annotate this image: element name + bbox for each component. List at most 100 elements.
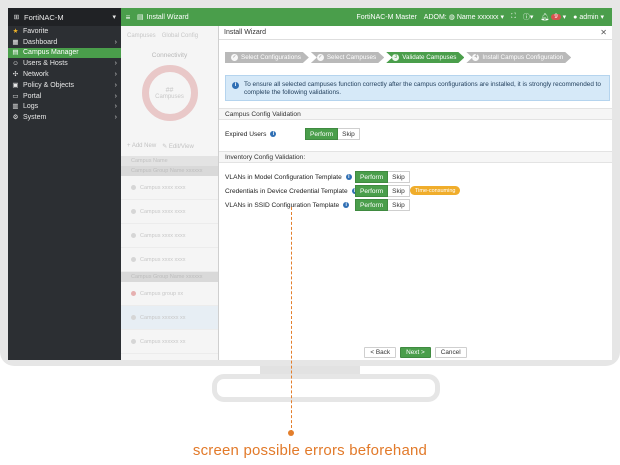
campus-name-header: Campus Name	[121, 156, 218, 166]
network-icon: ✣	[12, 71, 19, 79]
help-icon[interactable]: ⓘ▾	[523, 12, 534, 22]
status-dot	[131, 339, 136, 344]
cancel-button[interactable]: Cancel	[434, 347, 467, 358]
step-label: Select Campuses	[326, 54, 377, 61]
gear-icon: ⚙	[12, 114, 19, 122]
edit-view-label: Edit/View	[168, 144, 194, 150]
skip-button[interactable]: Skip	[388, 171, 410, 183]
sidebar-item-dashboard[interactable]: ▦ Dashboard ›	[8, 37, 121, 48]
inventory-config-section-header: Inventory Config Validation:	[219, 151, 612, 163]
status-dot	[131, 257, 136, 262]
perform-button[interactable]: Perform	[355, 171, 389, 183]
bell-icon: 🔔︎	[540, 14, 550, 21]
sidebar-item-campus-manager[interactable]: ▤ Campus Manager	[8, 47, 121, 59]
users-icon: ☺	[12, 60, 19, 68]
vlans-model-text: VLANs in Model Configuration Template	[225, 173, 342, 181]
step-select-configurations[interactable]: ✓ Select Configurations	[225, 52, 309, 63]
module-title-text: Install Wizard	[146, 13, 189, 21]
sidebar-item-network[interactable]: ✣ Network ›	[8, 69, 121, 80]
sidebar-item-favorite[interactable]: ★ Favorite	[8, 26, 121, 37]
step-validate-campuses[interactable]: 3 Validate Campuses	[386, 52, 464, 63]
step-label: Select Configurations	[241, 54, 301, 61]
tab-global-config: Global Config	[161, 33, 199, 39]
info-text: To ensure all selected campuses function…	[244, 81, 601, 96]
wizard-steps: ✓ Select Configurations ✓ Select Campuse…	[225, 52, 573, 63]
chevron-right-icon: ›	[114, 38, 117, 46]
adom-label: ADOM:	[423, 13, 447, 21]
info-icon[interactable]: i	[343, 202, 350, 208]
sidebar-item-policy-objects[interactable]: ▣ Policy & Objects ›	[8, 80, 121, 91]
step-label: Install Campus Configuration	[482, 54, 564, 61]
logs-icon: ▥	[12, 103, 19, 111]
status-dot	[131, 185, 136, 190]
sidebar-item-label: Network	[23, 71, 49, 79]
perform-button[interactable]: Perform	[355, 185, 389, 197]
vlans-ssid-toggle: Perform Skip	[355, 199, 410, 211]
fullscreen-icon[interactable]: ⛶	[511, 13, 516, 21]
campus-group-row: Campus Group Name xxxxxx	[121, 272, 218, 282]
vlans-ssid-row: VLANs in SSID Configuration Template i	[225, 199, 350, 211]
list-item: Campus xxxx xxxx	[121, 200, 218, 224]
star-icon: ★	[12, 27, 19, 35]
chevron-right-icon: ›	[114, 103, 117, 111]
close-icon[interactable]: ✕	[600, 28, 607, 37]
stage: ⊞ FortiNAC-M ▾ ★ Favorite ▦ Dashboard › …	[0, 0, 620, 465]
step-install-campus-configuration[interactable]: 4 Install Campus Configuration	[466, 52, 571, 63]
sidebar-item-logs[interactable]: ▥ Logs ›	[8, 102, 121, 113]
step-select-campuses[interactable]: ✓ Select Campuses	[311, 52, 384, 63]
perform-button[interactable]: Perform	[355, 199, 389, 211]
sidebar-item-system[interactable]: ⚙ System ›	[8, 112, 121, 123]
user-menu[interactable]: ● admin ▾	[573, 13, 604, 22]
dialog-title-bar: Install Wizard ✕	[219, 26, 612, 40]
skip-button[interactable]: Skip	[388, 199, 410, 211]
brand-name: FortiNAC-M	[24, 12, 64, 22]
instance-name: FortiNAC-M Master	[356, 13, 417, 21]
sidebar: ⊞ FortiNAC-M ▾ ★ Favorite ▦ Dashboard › …	[8, 8, 121, 360]
sidebar-item-portal[interactable]: ▭ Portal ›	[8, 91, 121, 102]
vlans-model-row: VLANs in Model Configuration Template i	[225, 171, 352, 183]
skip-button[interactable]: Skip	[338, 128, 360, 140]
dashboard-icon: ▦	[12, 38, 19, 46]
adom-selector[interactable]: ADOM: ◍ Name xxxxxx ▾	[423, 13, 504, 22]
ring-label: Campuses	[155, 93, 184, 100]
campus-name: Campus xxxx xxxx	[140, 256, 186, 263]
status-dot	[131, 209, 136, 214]
status-dot	[131, 315, 136, 320]
list-item: Campus xxxxxx xx	[121, 330, 218, 354]
sidebar-item-label: System	[23, 114, 47, 122]
campus-config-section-header: Campus Config Validation	[219, 108, 612, 120]
chevron-right-icon: ›	[114, 114, 117, 122]
back-button[interactable]: < Back	[364, 347, 397, 358]
chevron-down-icon: ▾	[562, 14, 567, 21]
sidebar-item-label: Users & Hosts	[23, 60, 68, 68]
background-actions: + Add New ✎ Edit/View	[121, 143, 218, 150]
screen: ⊞ FortiNAC-M ▾ ★ Favorite ▦ Dashboard › …	[8, 8, 612, 360]
skip-button[interactable]: Skip	[388, 185, 410, 197]
portal-icon: ▭	[12, 92, 19, 100]
chevron-down-icon[interactable]: ▾	[112, 13, 116, 21]
perform-button[interactable]: Perform	[305, 128, 339, 140]
brand[interactable]: ⊞ FortiNAC-M ▾	[8, 8, 121, 26]
next-button[interactable]: Next >	[400, 347, 431, 358]
hamburger-icon[interactable]: ≡	[121, 13, 135, 22]
campus-name: Campus xxxx xxxx	[140, 208, 186, 215]
info-icon: i	[232, 82, 239, 89]
dialog-footer: < Back Next > Cancel	[219, 347, 612, 360]
sidebar-item-label: Campus Manager	[23, 49, 79, 57]
notifications[interactable]: 🔔︎ 9 ▾	[540, 13, 566, 21]
status-dot	[131, 291, 136, 296]
expired-users-text: Expired Users	[225, 130, 267, 138]
edit-view-button: ✎ Edit/View	[162, 144, 194, 150]
sidebar-item-users-hosts[interactable]: ☺ Users & Hosts ›	[8, 58, 121, 69]
info-icon[interactable]: i	[270, 131, 277, 137]
sidebar-item-label: Portal	[23, 92, 42, 100]
info-icon[interactable]: i	[345, 174, 352, 180]
check-icon: ✓	[318, 54, 323, 60]
credentials-label: Credentials in Device Credential Templat…	[225, 188, 358, 195]
campus-icon: ▤	[12, 49, 19, 57]
chevron-right-icon: ›	[114, 60, 117, 68]
expired-users-toggle: Perform Skip	[305, 128, 360, 140]
adom-value: Name xxxxxx	[456, 13, 499, 21]
top-bar: ≡ ▤ Install Wizard FortiNAC-M Master ADO…	[121, 8, 612, 26]
campus-name: Campus xxxx xxxx	[140, 232, 186, 239]
